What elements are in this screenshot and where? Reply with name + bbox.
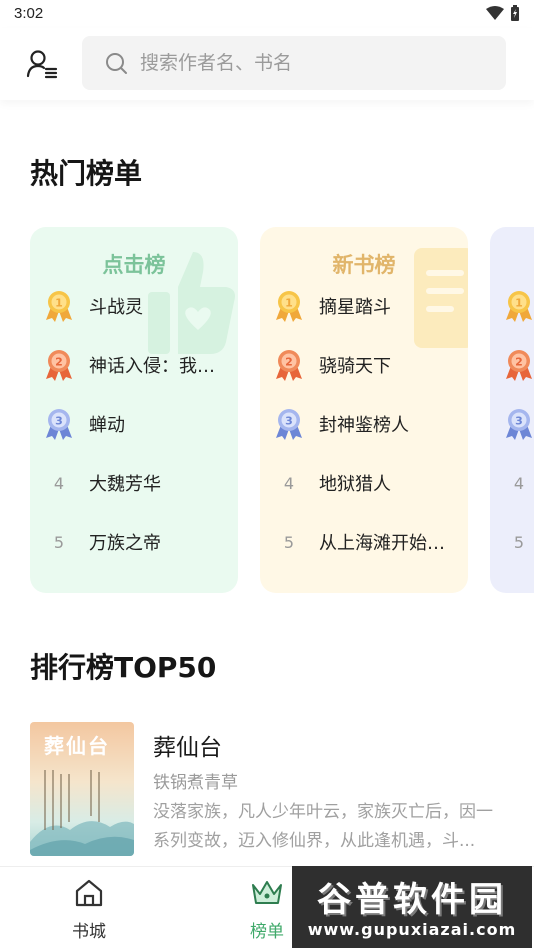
watermark-main: 谷普软件园 (317, 880, 507, 920)
bronze-medal-icon: 3 (502, 407, 534, 441)
rank-card-new[interactable]: 新书榜 1 摘星踏斗 2 骁骑天下 3 封神鉴榜人 4 地狱猎人 5 从上海滩开始崛起 (260, 227, 468, 593)
rank-number: 4 (513, 473, 525, 493)
silver-medal-icon: 2 (502, 348, 534, 382)
book-description: 没落家族，凡人少年叶云，家族灭亡后，因一系列变故，迈入修仙界，从此逢机遇，斗..… (153, 802, 493, 851)
rank-list-item[interactable]: 4 大魏芳华 (42, 461, 217, 505)
top50-section-title: 排行榜TOP50 (30, 651, 217, 684)
bronze-medal-icon: 3 (272, 407, 306, 441)
rank-card-click[interactable]: 点击榜 1 斗战灵 2 神话入侵：我以奇幻为骨 3 蝉动 4 大魏芳华 5 万族之帝 (30, 227, 238, 593)
rank-book-name[interactable]: 大魏芳华 (89, 470, 217, 496)
tab-bookstore[interactable]: 书城 (49, 877, 129, 942)
svg-text:3: 3 (515, 415, 523, 428)
hot-section-title: 热门榜单 (30, 157, 143, 190)
status-time: 3:02 (14, 5, 44, 22)
svg-text:3: 3 (285, 415, 293, 428)
rank-list-item[interactable]: 3 (502, 402, 534, 446)
rank-book-name[interactable]: 从上海滩开始崛起 (319, 529, 447, 555)
rank-book-name[interactable]: 蝉动 (89, 411, 217, 437)
rank-list-item[interactable]: 2 骁骑天下 (272, 343, 447, 387)
rank-list-item[interactable]: 5 万族之帝 (42, 520, 217, 564)
rank-book-name[interactable]: 万族之帝 (89, 529, 217, 555)
rank-list-item[interactable]: 4 (502, 461, 534, 505)
hot-cards-carousel[interactable]: 点击榜 1 斗战灵 2 神话入侵：我以奇幻为骨 3 蝉动 4 大魏芳华 5 万族之帝 新书榜 1 摘… (30, 227, 534, 593)
rank-number: 5 (513, 532, 525, 552)
rank-book-name[interactable]: 摘星踏斗 (319, 293, 447, 319)
watermark: 谷普软件园 www.gupuxiazai.com (292, 866, 532, 948)
silver-medal-icon: 2 (42, 348, 76, 382)
top-bar (0, 28, 534, 100)
home-icon (75, 879, 103, 907)
search-bar[interactable] (82, 36, 506, 90)
watermark-url: www.gupuxiazai.com (307, 920, 517, 939)
search-icon (106, 53, 127, 74)
cover-title: 葬仙台 (44, 734, 110, 758)
rank-book-name[interactable]: 封神鉴榜人 (319, 411, 447, 437)
book-author: 铁锅煮青草 (153, 773, 238, 793)
wifi-icon (486, 6, 504, 20)
user-menu-button[interactable] (24, 48, 60, 80)
rank-book-name[interactable]: 斗战灵 (89, 293, 217, 319)
user-list-icon (26, 50, 58, 79)
rank-list-item[interactable]: 3 蝉动 (42, 402, 217, 446)
rank-list-item[interactable]: 2 (502, 343, 534, 387)
book-title[interactable]: 葬仙台 (153, 728, 222, 762)
rank-number: 4 (53, 473, 65, 493)
status-bar: 3:02 (0, 0, 534, 28)
rank-list-item[interactable]: 4 地狱猎人 (272, 461, 447, 505)
rank-list-item[interactable]: 5 (502, 520, 534, 564)
rank-list-item[interactable]: 2 神话入侵：我以奇幻为骨 (42, 343, 217, 387)
rank-number: 5 (53, 532, 65, 552)
rank-book-name[interactable]: 神话入侵：我以奇幻为骨 (89, 352, 217, 378)
battery-icon (511, 5, 519, 21)
silver-medal-icon: 2 (272, 348, 306, 382)
svg-text:2: 2 (55, 356, 63, 369)
gold-medal-icon: 1 (42, 289, 76, 323)
svg-text:2: 2 (515, 356, 523, 369)
svg-text:3: 3 (55, 415, 63, 428)
rank-list-item[interactable]: 1 (502, 284, 534, 328)
svg-text:1: 1 (55, 297, 63, 310)
rank-list-item[interactable]: 1 斗战灵 (42, 284, 217, 328)
book-item[interactable]: 葬仙台 葬仙台 铁锅煮青草 没落家族，凡人少年叶云，家族灭亡后，因一系列变故，迈… (30, 722, 510, 856)
card-title: 新书榜 (332, 253, 396, 277)
rank-list-item[interactable]: 1 摘星踏斗 (272, 284, 447, 328)
gold-medal-icon: 1 (502, 289, 534, 323)
svg-text:1: 1 (515, 297, 523, 310)
crown-icon (252, 881, 282, 904)
rank-number: 5 (283, 532, 295, 552)
rank-number: 4 (283, 473, 295, 493)
gold-medal-icon: 1 (272, 289, 306, 323)
rank-card-third[interactable]: 1 2 3 4 5 (490, 227, 534, 593)
book-cover[interactable]: 葬仙台 (30, 722, 134, 856)
rank-book-name[interactable]: 地狱猎人 (319, 470, 447, 496)
tab-label: 书城 (72, 922, 106, 942)
card-title: 点击榜 (102, 253, 166, 277)
svg-text:1: 1 (285, 297, 293, 310)
search-input[interactable] (138, 51, 482, 75)
svg-text:2: 2 (285, 356, 293, 369)
rank-book-name[interactable]: 骁骑天下 (319, 352, 447, 378)
rank-list-item[interactable]: 5 从上海滩开始崛起 (272, 520, 447, 564)
rank-list-item[interactable]: 3 封神鉴榜人 (272, 402, 447, 446)
bronze-medal-icon: 3 (42, 407, 76, 441)
